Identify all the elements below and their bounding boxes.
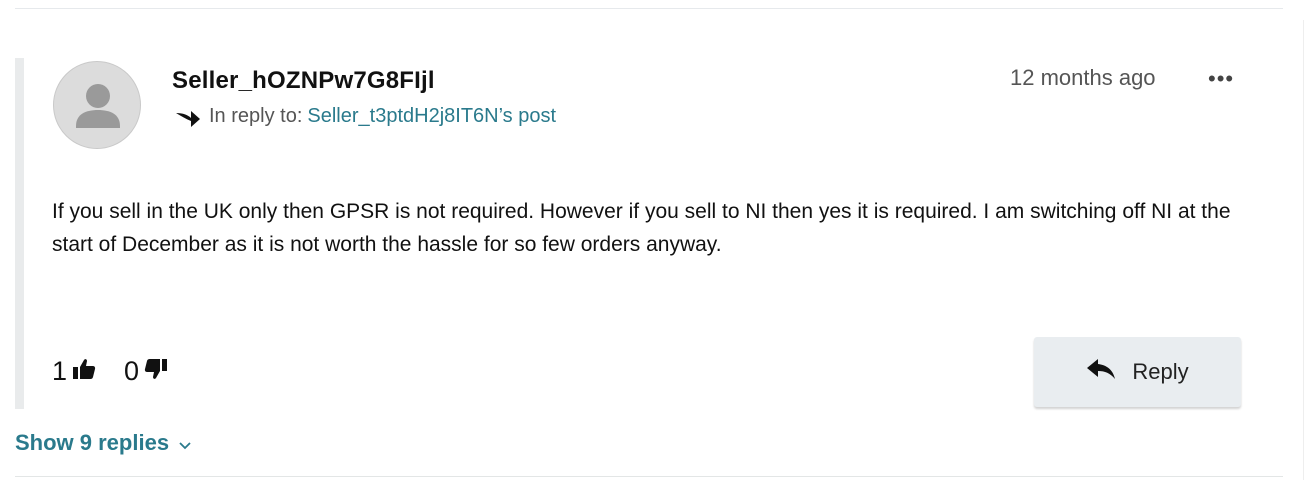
default-user-avatar-icon[interactable] bbox=[53, 61, 141, 149]
community-post-page: Seller_hOZNPw7G8FIjl In reply to: Seller… bbox=[0, 0, 1312, 493]
show-replies-toggle[interactable]: Show 9 replies bbox=[15, 430, 191, 456]
reply-arrow-icon bbox=[175, 107, 201, 127]
thumbs-down-icon bbox=[144, 356, 168, 387]
post-timestamp: 12 months ago bbox=[1010, 65, 1156, 90]
thumbs-up-icon bbox=[72, 356, 96, 387]
upvote-button[interactable]: 1 bbox=[52, 356, 96, 387]
right-edge-divider bbox=[1303, 20, 1304, 480]
reply-icon bbox=[1086, 358, 1116, 386]
downvote-button[interactable]: 0 bbox=[124, 356, 168, 387]
reply-button[interactable]: Reply bbox=[1034, 337, 1241, 407]
bottom-divider bbox=[15, 476, 1283, 477]
chevron-down-icon bbox=[179, 430, 191, 456]
downvote-count: 0 bbox=[124, 356, 140, 386]
top-divider bbox=[15, 8, 1283, 9]
post-card: Seller_hOZNPw7G8FIjl In reply to: Seller… bbox=[15, 58, 1283, 409]
author-name[interactable]: Seller_hOZNPw7G8FIjl bbox=[172, 67, 435, 95]
reply-button-label: Reply bbox=[1132, 359, 1189, 384]
vote-controls: 1 0 bbox=[52, 356, 168, 387]
post-body: If you sell in the UK only then GPSR is … bbox=[52, 200, 1231, 256]
reply-to-prefix: In reply to: bbox=[209, 105, 303, 127]
upvote-count: 1 bbox=[52, 356, 68, 386]
show-replies-label: Show 9 replies bbox=[15, 430, 170, 455]
in-reply-to: In reply to: Seller_t3ptdH2j8IT6N’s post bbox=[175, 105, 556, 128]
reply-to-link[interactable]: Seller_t3ptdH2j8IT6N’s post bbox=[307, 105, 556, 128]
thread-indent-rule bbox=[15, 58, 24, 409]
more-options-icon[interactable]: ••• bbox=[1208, 66, 1234, 92]
